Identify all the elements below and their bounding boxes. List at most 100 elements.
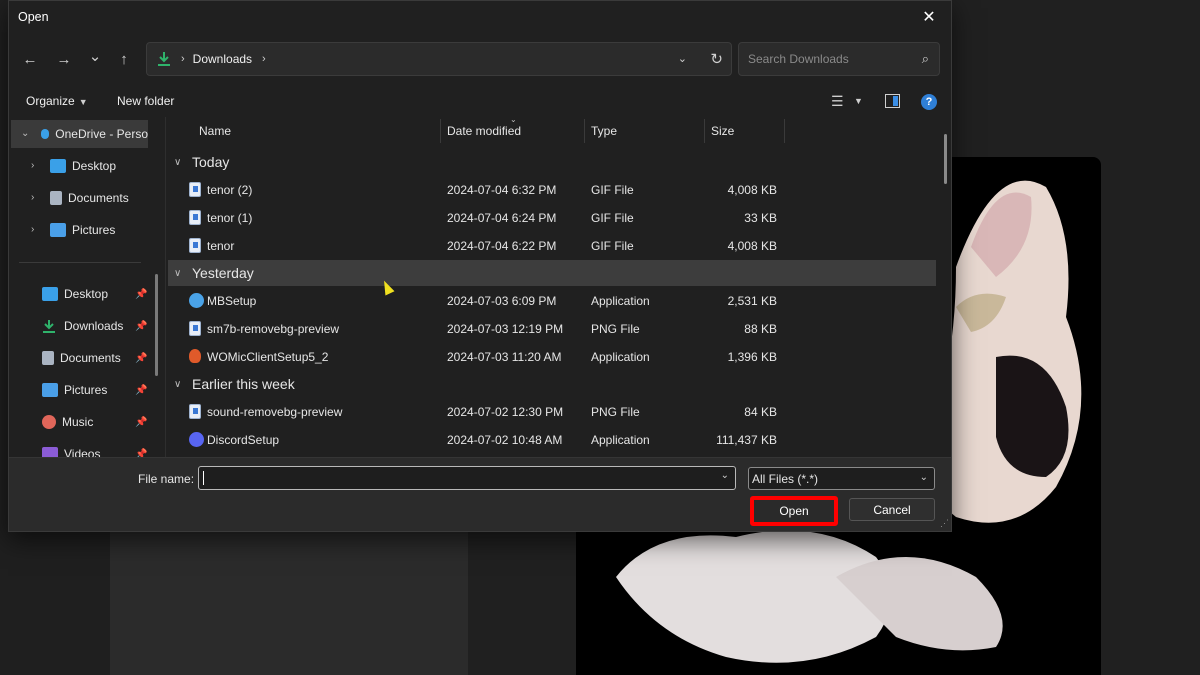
pin-icon[interactable]: 📌 bbox=[135, 385, 147, 396]
view-options-chevron-icon[interactable]: ▼ bbox=[854, 96, 863, 106]
file-row[interactable]: DiscordSetup 2024-07-02 10:48 AM Applica… bbox=[166, 426, 936, 454]
sidebar-item-pictures[interactable]: Pictures 📌 bbox=[9, 376, 154, 404]
sidebar-item-onedrive-desktop[interactable]: › Desktop bbox=[9, 152, 154, 180]
file-name: tenor bbox=[207, 239, 235, 253]
pin-icon[interactable]: 📌 bbox=[135, 353, 147, 364]
pin-icon[interactable]: 📌 bbox=[135, 289, 147, 300]
gif-file-icon bbox=[189, 210, 201, 225]
file-row[interactable]: tenor (1) 2024-07-04 6:24 PM GIF File 33… bbox=[166, 204, 936, 232]
file-name: WOMicClientSetup5_2 bbox=[207, 350, 329, 364]
file-name: sound-removebg-preview bbox=[207, 405, 343, 419]
chevron-right-icon[interactable]: › bbox=[31, 224, 34, 235]
chevron-right-icon[interactable]: › bbox=[31, 160, 34, 171]
group-header-earlier-this-week[interactable]: ∨ Earlier this week bbox=[168, 371, 936, 397]
sidebar-item-label: Desktop bbox=[64, 287, 109, 301]
column-divider[interactable] bbox=[704, 119, 705, 143]
file-list-scrollbar[interactable] bbox=[944, 134, 947, 184]
group-header-today[interactable]: ∨ Today bbox=[168, 149, 936, 175]
file-type-filter-value: All Files (*.*) bbox=[752, 472, 819, 486]
breadcrumb-separator-icon[interactable]: › bbox=[262, 53, 266, 65]
back-arrow-icon[interactable]: ← bbox=[18, 47, 42, 71]
file-name-input[interactable]: ⌄ bbox=[198, 466, 736, 490]
pin-icon[interactable]: 📌 bbox=[135, 417, 147, 428]
change-view-icon[interactable]: ☰ bbox=[831, 93, 844, 110]
file-row[interactable]: tenor 2024-07-04 6:22 PM GIF File 4,008 … bbox=[166, 232, 936, 260]
pin-icon[interactable]: 📌 bbox=[135, 449, 147, 458]
sidebar-item-documents[interactable]: Documents 📌 bbox=[9, 344, 154, 372]
chevron-down-icon[interactable]: ⌄ bbox=[21, 128, 29, 139]
womic-app-icon bbox=[189, 349, 201, 363]
file-name: tenor (1) bbox=[207, 211, 253, 225]
text-cursor bbox=[203, 471, 204, 485]
desktop-icon bbox=[50, 159, 66, 173]
sidebar-scrollbar[interactable] bbox=[155, 274, 158, 376]
file-date: 2024-07-02 12:30 PM bbox=[447, 405, 564, 419]
column-header-name[interactable]: Name bbox=[199, 117, 231, 145]
file-name: DiscordSetup bbox=[207, 433, 280, 447]
group-header-yesterday[interactable]: ∨ Yesterday bbox=[168, 260, 936, 286]
file-type: Application bbox=[591, 294, 650, 308]
sidebar-item-desktop[interactable]: Desktop 📌 bbox=[9, 280, 154, 308]
sidebar-item-label: Pictures bbox=[64, 383, 108, 397]
group-label: Today bbox=[192, 154, 230, 170]
sidebar-item-videos[interactable]: Videos 📌 bbox=[9, 440, 154, 457]
chevron-down-icon[interactable]: ∨ bbox=[174, 157, 192, 168]
resize-grip-icon[interactable]: ⋰ bbox=[940, 518, 949, 529]
open-button[interactable]: Open bbox=[750, 496, 838, 526]
sidebar-item-downloads[interactable]: Downloads 📌 bbox=[9, 312, 154, 340]
file-row[interactable]: sound-removebg-preview 2024-07-02 12:30 … bbox=[166, 398, 936, 426]
preview-pane-icon[interactable] bbox=[885, 94, 900, 111]
cancel-button[interactable]: Cancel bbox=[849, 498, 935, 521]
help-icon[interactable]: ? bbox=[921, 94, 937, 110]
search-input[interactable]: Search Downloads ⌕ bbox=[738, 42, 940, 76]
gif-file-icon bbox=[189, 238, 201, 253]
sidebar-item-label: Videos bbox=[64, 447, 101, 457]
file-name: sm7b-removebg-preview bbox=[207, 322, 340, 336]
column-divider[interactable] bbox=[440, 119, 441, 143]
column-header-date-modified[interactable]: Date modified bbox=[447, 117, 521, 145]
chevron-right-icon[interactable]: › bbox=[31, 192, 34, 203]
file-row[interactable]: tenor (2) 2024-07-04 6:32 PM GIF File 4,… bbox=[166, 176, 936, 204]
organize-button[interactable]: Organize ▼ bbox=[26, 94, 88, 108]
sidebar-item-label: Pictures bbox=[72, 223, 116, 237]
column-divider[interactable] bbox=[784, 119, 785, 143]
file-name-history-chevron-icon[interactable]: ⌄ bbox=[721, 470, 729, 481]
file-row[interactable]: WOMicClientSetup5_2 2024-07-03 11:20 AM … bbox=[166, 343, 936, 371]
file-type: PNG File bbox=[591, 405, 640, 419]
close-icon[interactable]: ✕ bbox=[915, 3, 943, 31]
documents-icon bbox=[50, 191, 62, 205]
file-list: Name ⌄ Date modified Type Size ∨ Today t… bbox=[166, 117, 952, 457]
column-divider[interactable] bbox=[584, 119, 585, 143]
sidebar-divider bbox=[19, 262, 141, 263]
file-row[interactable]: sm7b-removebg-preview 2024-07-03 12:19 P… bbox=[166, 315, 936, 343]
new-folder-button[interactable]: New folder bbox=[117, 94, 174, 108]
column-header-type[interactable]: Type bbox=[591, 117, 617, 145]
refresh-icon[interactable]: ↻ bbox=[710, 50, 723, 68]
file-row[interactable]: MBSetup 2024-07-03 6:09 PM Application 2… bbox=[166, 287, 936, 315]
file-type-filter-select[interactable]: All Files (*.*) ⌄ bbox=[748, 467, 935, 490]
navigation-bar: ← → ⌄ ↑ › Downloads › ⌄ ↻ Search Downloa… bbox=[9, 41, 951, 77]
breadcrumb-downloads[interactable]: Downloads bbox=[193, 52, 252, 66]
pin-icon[interactable]: 📌 bbox=[135, 321, 147, 332]
dialog-title: Open bbox=[18, 10, 49, 24]
sidebar-item-label: Desktop bbox=[72, 159, 117, 173]
file-date: 2024-07-03 12:19 PM bbox=[447, 322, 564, 336]
chevron-down-icon[interactable]: ∨ bbox=[174, 379, 192, 390]
sidebar-item-onedrive-documents[interactable]: › Documents bbox=[9, 184, 154, 212]
address-history-chevron-icon[interactable]: ⌄ bbox=[678, 52, 687, 65]
chevron-down-icon[interactable]: ⌄ bbox=[920, 472, 928, 483]
file-type: Application bbox=[591, 433, 650, 447]
recent-locations-chevron-icon[interactable]: ⌄ bbox=[83, 44, 107, 68]
sidebar-item-music[interactable]: Music 📌 bbox=[9, 408, 154, 436]
sidebar-item-onedrive-pictures[interactable]: › Pictures bbox=[9, 216, 154, 244]
discord-app-icon bbox=[189, 432, 204, 447]
up-arrow-icon[interactable]: ↑ bbox=[112, 47, 136, 71]
chevron-down-icon[interactable]: ∨ bbox=[174, 268, 192, 279]
column-header-size[interactable]: Size bbox=[711, 117, 734, 145]
forward-arrow-icon[interactable]: → bbox=[52, 47, 76, 71]
breadcrumb-separator-icon: › bbox=[181, 53, 185, 65]
file-size: 88 KB bbox=[744, 322, 777, 336]
pictures-icon bbox=[50, 223, 66, 237]
address-bar[interactable]: › Downloads › ⌄ ↻ bbox=[146, 42, 732, 76]
sidebar-item-onedrive[interactable]: ⌄ OneDrive - Perso bbox=[11, 120, 148, 148]
